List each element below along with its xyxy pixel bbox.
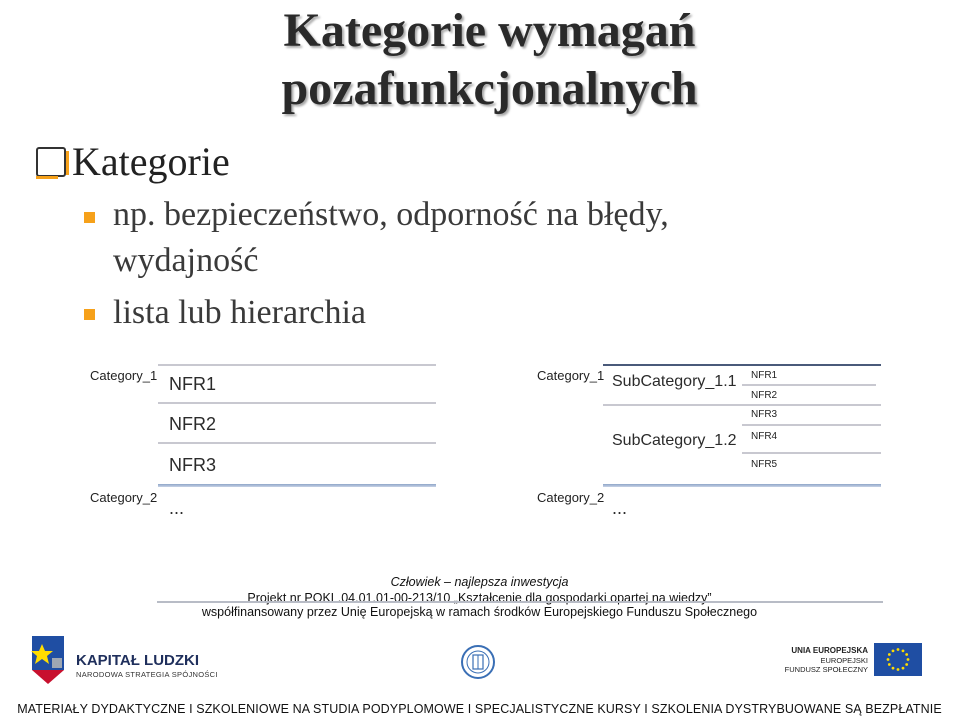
eu-star: [891, 649, 895, 653]
divider: [158, 402, 436, 404]
eu-title: UNIA EUROPEJSKA: [791, 646, 868, 655]
divider: [603, 484, 881, 487]
bullet-item-1-cont: wydajność: [113, 242, 259, 279]
eu-star: [896, 668, 900, 671]
divider: [157, 601, 883, 603]
hier-item-nfr2: NFR2: [751, 390, 778, 401]
hier-item-nfr4: NFR4: [751, 431, 778, 442]
eu-star: [887, 653, 891, 656]
hier-item-nfr5: NFR5: [751, 459, 778, 470]
eu-star: [901, 666, 905, 670]
project-slogan: Człowiek – najlepsza inwestycja: [390, 575, 569, 589]
list-item-nfr1: NFR1: [169, 374, 217, 394]
kapital-ludzki-emblem-icon: [31, 636, 64, 684]
eu-star: [896, 648, 900, 651]
eu-star: [901, 649, 905, 653]
bullet-item-2: lista lub hierarchia: [113, 294, 367, 331]
eu-star: [891, 666, 895, 670]
checkbox-bullet-icon: [36, 147, 69, 179]
list-category-1: Category_1: [90, 368, 158, 383]
eu-star: [905, 663, 909, 666]
hier-item-nfr3: NFR3: [751, 409, 778, 420]
divider: [742, 452, 881, 454]
bullet-level1-text: Kategorie: [72, 139, 230, 184]
hier-ellipsis: ...: [612, 498, 628, 518]
hier-subcategory-1-2: SubCategory_1.2: [612, 432, 737, 449]
eu-star: [905, 653, 909, 656]
title-line-2: pozafunkcjonalnych: [281, 62, 698, 115]
square-bullet-icon: [84, 212, 95, 223]
list-ellipsis: ...: [169, 498, 185, 518]
title-line-1: Kategorie wymagań: [283, 4, 696, 57]
divider: [158, 442, 436, 444]
eu-sub1: EUROPEJSKI: [820, 656, 868, 665]
divider: [603, 364, 881, 366]
list-item-nfr3: NFR3: [169, 455, 217, 475]
bullet-item-1: np. bezpieczeństwo, odporność na błędy,: [113, 196, 669, 233]
square-bullet-icon: [84, 309, 95, 320]
eu-sub2: FUNDUSZ SPOŁECZNY: [784, 665, 868, 674]
eu-flag-icon: [874, 643, 922, 676]
bullet-level1: Kategorie: [36, 138, 230, 185]
hier-subcategory-1-1: SubCategory_1.1: [612, 373, 737, 390]
eu-star: [886, 658, 890, 661]
divider: [603, 404, 881, 406]
slide-title: Kategorie wymagań pozafunkcjonalnych: [0, 2, 959, 118]
divider: [742, 384, 876, 386]
list-category-2: Category_2: [90, 490, 158, 505]
footer-text: MATERIAŁY DYDAKTYCZNE I SZKOLENIOWE NA S…: [17, 702, 942, 716]
eu-star: [887, 663, 891, 666]
divider: [158, 364, 436, 366]
hier-item-nfr1: NFR1: [751, 370, 778, 381]
kl-subtitle: NARODOWA STRATEGIA SPÓJNOŚCI: [76, 670, 218, 679]
project-cofinancing: współfinansowany przez Unię Europejską w…: [201, 605, 758, 619]
divider: [742, 424, 881, 426]
list-item-nfr2: NFR2: [169, 414, 217, 434]
university-seal-icon: [461, 645, 495, 679]
hier-category-1: Category_1: [537, 368, 605, 383]
hier-category-2: Category_2: [537, 490, 605, 505]
eu-star: [906, 658, 910, 661]
kl-title: KAPITAŁ LUDZKI: [76, 652, 200, 669]
divider: [158, 484, 436, 487]
